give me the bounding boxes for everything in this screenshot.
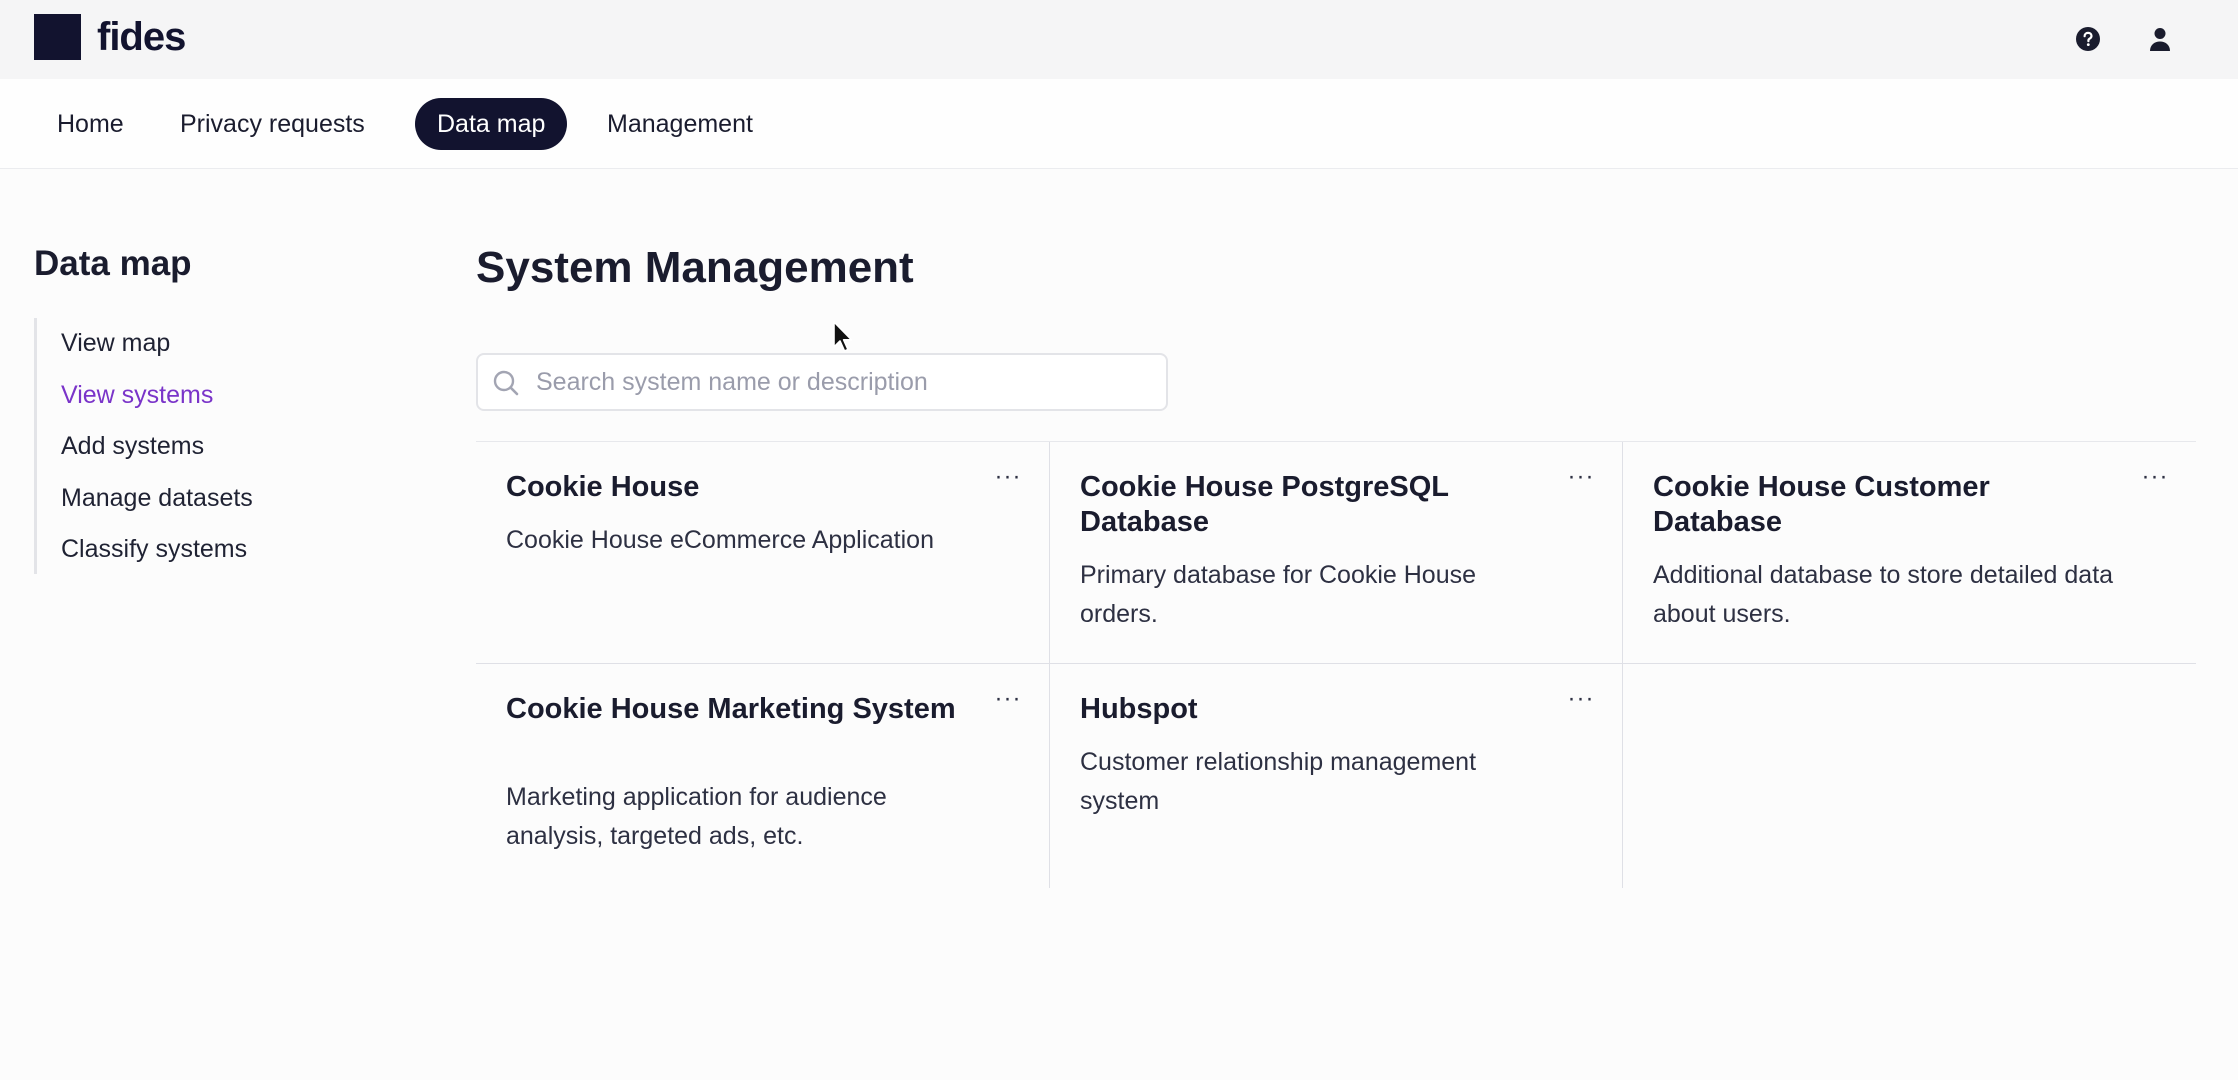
sidebar-item-view-map[interactable]: View map	[61, 323, 170, 363]
system-card[interactable]: Cookie House PostgreSQL Database Primary…	[1049, 442, 1622, 664]
system-description: Additional database to store detailed da…	[1653, 561, 2114, 628]
more-options-icon[interactable]: ···	[1564, 465, 1598, 494]
systems-grid: Cookie House Cookie House eCommerce Appl…	[476, 441, 2196, 888]
system-description: Primary database for Cookie House orders…	[1080, 561, 1477, 628]
system-description: Marketing application for audience analy…	[506, 783, 887, 850]
system-name: Cookie House Customer Database	[1653, 471, 1990, 538]
sidebar-nav: View map View systems Add systems Manage…	[34, 318, 354, 574]
sidebar-title: Data map	[34, 244, 192, 283]
page-title: System Management	[476, 243, 914, 292]
more-options-icon[interactable]: ···	[991, 687, 1025, 716]
nav-item-management[interactable]: Management	[585, 98, 775, 150]
sidebar-item-manage-datasets[interactable]: Manage datasets	[61, 478, 253, 518]
system-card[interactable]: Cookie House Marketing System Marketing …	[476, 664, 1049, 888]
mouse-cursor-icon	[833, 321, 853, 352]
fides-logo-icon[interactable]	[34, 14, 81, 60]
top-bar: fides	[0, 0, 2238, 79]
system-name: Cookie House Marketing System	[506, 693, 956, 725]
nav-item-home[interactable]: Home	[35, 98, 146, 150]
nav-item-data-map[interactable]: Data map	[415, 98, 568, 150]
empty-grid-cell	[1622, 664, 2196, 888]
system-description: Cookie House eCommerce Application	[506, 526, 934, 554]
brand-name[interactable]: fides	[97, 12, 186, 62]
system-card[interactable]: Cookie House Cookie House eCommerce Appl…	[476, 442, 1049, 664]
system-name: Hubspot	[1080, 693, 1198, 725]
system-name: Cookie House	[506, 471, 700, 503]
system-card[interactable]: Hubspot Customer relationship management…	[1049, 664, 1622, 888]
sidebar-item-add-systems[interactable]: Add systems	[61, 426, 204, 466]
nav-item-privacy-requests[interactable]: Privacy requests	[158, 98, 387, 150]
search-input[interactable]	[536, 355, 1156, 409]
system-card[interactable]: Cookie House Customer Database Additiona…	[1622, 442, 2196, 664]
more-options-icon[interactable]: ···	[1564, 687, 1598, 716]
system-description: Customer relationship management system	[1080, 748, 1477, 815]
more-options-icon[interactable]: ···	[991, 465, 1025, 494]
search-icon	[493, 370, 519, 396]
more-options-icon[interactable]: ···	[2138, 465, 2172, 494]
system-name: Cookie House PostgreSQL Database	[1080, 471, 1449, 538]
help-icon[interactable]	[2071, 22, 2105, 56]
user-icon[interactable]	[2143, 22, 2177, 56]
main-nav: Home Privacy requests Data map Managemen…	[0, 79, 2238, 169]
sidebar-item-view-systems[interactable]: View systems	[61, 375, 213, 415]
sidebar-item-classify-systems[interactable]: Classify systems	[61, 529, 247, 569]
search-box[interactable]	[476, 353, 1168, 411]
